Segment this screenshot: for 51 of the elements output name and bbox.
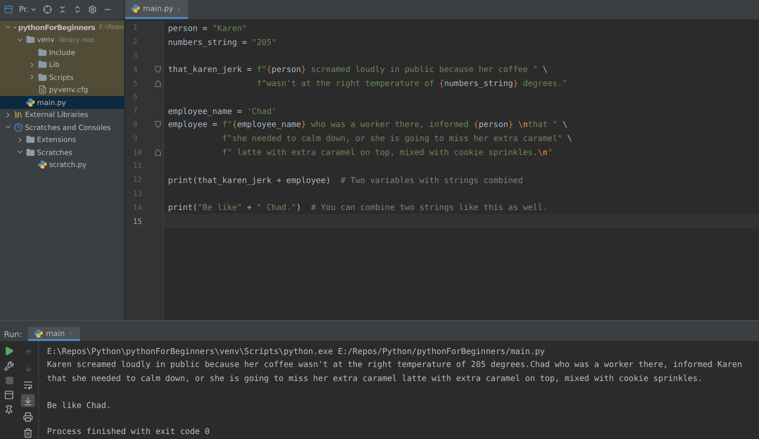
console-line: Process finished with exit code 0 [47,425,211,438]
python-file-icon [131,4,140,13]
fold-icon[interactable] [155,80,161,87]
run-icon[interactable] [4,346,14,356]
print-icon[interactable] [23,412,33,422]
folder-icon [26,148,35,157]
view-selector[interactable]: Pr. [19,5,29,14]
stop-icon[interactable] [4,376,14,385]
scroll-to-end-button[interactable] [21,394,35,407]
wrench-icon[interactable] [4,361,14,371]
code-line: person = "Karen" [168,22,247,33]
python-file-icon [38,160,47,170]
console-line: that she needed to calm down, or she is going to miss her extra caramel latte with extra caramel on top, mixed with cookie sprinkles. [47,372,704,385]
trash-icon[interactable] [23,428,33,438]
run-label: Run: [4,330,22,338]
code-line: print("Be like" + " Chad.") # You can combine two strings like this as well. [168,202,548,212]
wrap-icon[interactable] [23,380,33,390]
folder-icon [26,135,35,144]
caret-icon[interactable] [30,6,37,13]
pin-icon[interactable] [4,405,14,415]
console-line: Karen screamed loudly in public because her coffee wasn't at the right temperature of 205 degrees.Chad who was a worker there, informed Karen [47,358,744,372]
folder-icon [38,60,47,70]
folder-icon [26,35,35,44]
settings-icon[interactable] [88,5,97,14]
fold-icon[interactable] [155,148,161,156]
expand-icon[interactable] [72,5,82,14]
code-line: that_karen_jerk = f"{person} screamed loudly in public because her coffee " \ [168,64,548,74]
code-line: f"she needed to calm down, or she is going to miss her extra caramel" \ [221,133,572,144]
code-line: numbers_string = "205" [168,36,276,47]
code-line: employee_name = 'Chad' [168,106,276,116]
code-line: f" latte with extra caramel on top, mixed with cookie sprinkles.\n" [221,147,552,158]
code-line: print(that_karen_jerk + employee) # Two variables with strings combined [168,174,523,185]
console-line: Be like Chad. [47,398,112,412]
layout-icon[interactable] [4,390,14,400]
folder-icon [38,48,47,57]
fold-icon[interactable] [155,120,161,128]
code-line: f"wasn't at the right temperature of {numbers_string} degrees." [256,78,568,88]
file-icon [38,85,47,94]
fold-icon[interactable] [155,66,161,73]
folder-icon [38,72,47,82]
up-arrow-icon[interactable] [24,348,32,357]
code-line: employee = f"{employee_name} who was a worker there, informed {person} \nthat " \ [168,119,568,130]
python-file-icon [26,98,35,107]
panel-icon [4,5,13,14]
crosshair-icon[interactable] [42,5,52,14]
console-line: E:\Repos\Python\pythonForBeginners\venv\Scripts\python.exe E:/Repos/Python/pythonForBeginners/main.py [47,345,546,358]
collapse-icon[interactable] [58,5,67,14]
down-arrow-icon[interactable] [24,364,32,373]
clock-icon [14,122,23,132]
library-icon [14,110,23,120]
python-file-icon [34,328,44,338]
